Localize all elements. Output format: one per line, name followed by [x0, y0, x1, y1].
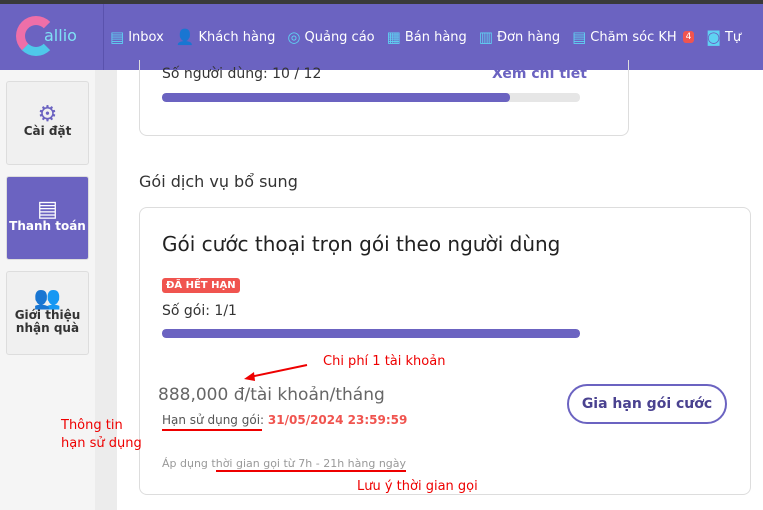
nav-item[interactable]: ▤ Inbox	[110, 28, 164, 46]
main-content: Số người dùng: 10 / 12 Xem chi tiết Gói …	[117, 60, 763, 510]
users-count: Số người dùng: 10 / 12	[162, 66, 322, 82]
annotation-call-time: Lưu ý thời gian gọi	[357, 479, 478, 494]
sidebar-item[interactable]: ▤ Thanh toán	[6, 176, 89, 260]
nav-item[interactable]: ◎ Quảng cáo	[287, 28, 374, 46]
package-progress	[162, 329, 580, 338]
price: 888,000 đ/tài khoản/tháng	[158, 385, 385, 405]
nav-item[interactable]: ▥ Đơn hàng	[479, 28, 560, 46]
annotation-validity-1: Thông tin	[61, 418, 123, 433]
callio-logo[interactable]: allio	[0, 4, 104, 70]
expiry-value: 31/05/2024 23:59:59	[267, 413, 408, 427]
nav-item[interactable]: ▦ Bán hàng	[387, 28, 467, 46]
annotation-arrow	[244, 364, 308, 381]
nav-item[interactable]: ▤ Chăm sóc KH 4	[572, 28, 695, 46]
sidebar-item[interactable]: ⚙ Cài đặt	[6, 81, 89, 165]
addon-plan-card: Gói cước thoại trọn gói theo người dùng …	[139, 207, 751, 495]
section-title: Gói dịch vụ bổ sung	[139, 172, 298, 191]
sidebar-label: Giới thiệu nhận quà	[14, 307, 81, 335]
notification-badge: 4	[682, 31, 695, 43]
nav-item[interactable]: 👤 Khách hàng	[176, 28, 276, 46]
ticket-icon: ▤	[572, 28, 587, 46]
renew-button[interactable]: Gia hạn gói cước	[567, 384, 727, 424]
annotation-validity-2: hạn sử dụng	[61, 436, 142, 451]
package-count: Số gói: 1/1	[162, 303, 237, 319]
gear-icon: ⚙	[37, 102, 58, 127]
nav-label: Chăm sóc KH	[590, 29, 677, 45]
plan-title: Gói cước thoại trọn gói theo người dùng	[162, 232, 561, 256]
status-badge: ĐÃ HẾT HẠN	[162, 278, 240, 293]
view-detail-link[interactable]: Xem chi tiết	[492, 66, 587, 82]
nav-item[interactable]: ◙ Tự	[706, 28, 741, 46]
user-plus-icon: 👥	[33, 285, 62, 311]
receipt-icon: ▤	[37, 197, 58, 222]
nav-label: Quảng cáo	[304, 29, 375, 45]
call-time-note: Áp dụng thời gian gọi từ 7h - 21h hàng n…	[162, 457, 407, 470]
sidebar-item[interactable]: 👥 Giới thiệu nhận quà	[6, 271, 89, 355]
annotation-cost: Chi phí 1 tài khoản	[323, 354, 446, 369]
nav-label: Tự	[724, 29, 742, 45]
building-icon: ▦	[386, 28, 401, 46]
underline-call-time	[216, 470, 406, 472]
receipt-icon: ▥	[478, 28, 493, 46]
user-plan-card: Số người dùng: 10 / 12 Xem chi tiết	[139, 60, 629, 136]
nav-label: Đơn hàng	[496, 29, 561, 45]
inbox-icon: ▤	[110, 28, 125, 46]
sidebar-label: Cài đặt	[23, 124, 72, 138]
expiry-label: Hạn sử dụng gói:	[162, 413, 265, 427]
robot-icon: ◙	[706, 28, 721, 46]
nav-label: Khách hàng	[198, 29, 276, 45]
sidebar-label: Thanh toán	[9, 219, 86, 233]
target-icon: ◎	[287, 28, 301, 46]
underline-expiry	[162, 429, 262, 431]
users-progress	[162, 93, 580, 102]
nav-label: Bán hàng	[404, 29, 467, 45]
user-icon: 👤	[175, 28, 195, 46]
nav-label: Inbox	[128, 29, 164, 45]
